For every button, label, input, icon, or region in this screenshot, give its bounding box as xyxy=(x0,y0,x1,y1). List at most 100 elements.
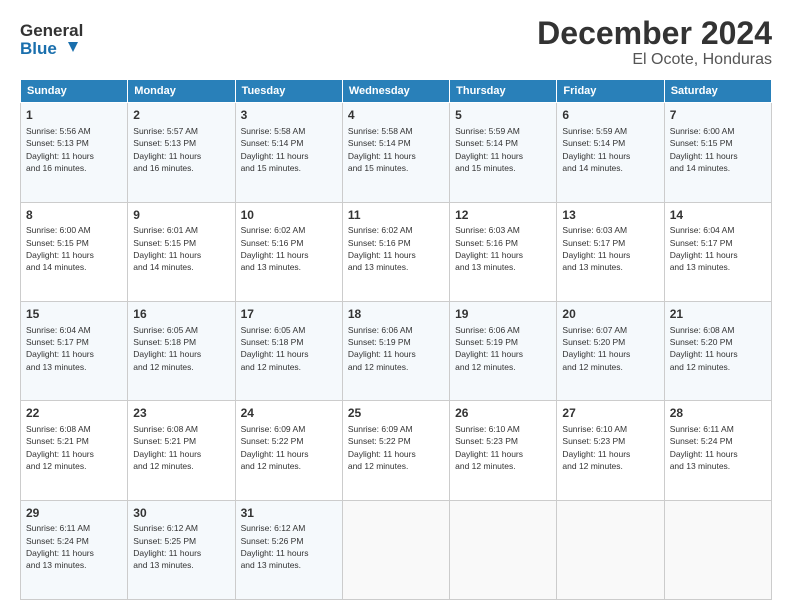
day-number: 16 xyxy=(133,306,229,323)
day-info: Sunrise: 6:11 AMSunset: 5:24 PMDaylight:… xyxy=(26,522,122,571)
day-number: 6 xyxy=(562,107,658,124)
day-info: Sunrise: 5:58 AMSunset: 5:14 PMDaylight:… xyxy=(348,125,444,174)
col-thursday: Thursday xyxy=(450,80,557,103)
day-info: Sunrise: 6:08 AMSunset: 5:20 PMDaylight:… xyxy=(670,324,766,373)
day-info: Sunrise: 6:12 AMSunset: 5:26 PMDaylight:… xyxy=(241,522,337,571)
day-number: 23 xyxy=(133,405,229,422)
table-row: 30Sunrise: 6:12 AMSunset: 5:25 PMDayligh… xyxy=(128,500,235,599)
day-number: 9 xyxy=(133,207,229,224)
day-info: Sunrise: 6:00 AMSunset: 5:15 PMDaylight:… xyxy=(26,224,122,273)
day-number: 8 xyxy=(26,207,122,224)
logo: General Blue xyxy=(20,16,90,65)
day-number: 1 xyxy=(26,107,122,124)
calendar-week-row: 15Sunrise: 6:04 AMSunset: 5:17 PMDayligh… xyxy=(21,301,772,400)
calendar-week-row: 8Sunrise: 6:00 AMSunset: 5:15 PMDaylight… xyxy=(21,202,772,301)
table-row: 9Sunrise: 6:01 AMSunset: 5:15 PMDaylight… xyxy=(128,202,235,301)
day-number: 2 xyxy=(133,107,229,124)
main-title: December 2024 xyxy=(537,16,772,51)
day-number: 12 xyxy=(455,207,551,224)
table-row: 4Sunrise: 5:58 AMSunset: 5:14 PMDaylight… xyxy=(342,103,449,202)
table-row: 14Sunrise: 6:04 AMSunset: 5:17 PMDayligh… xyxy=(664,202,771,301)
calendar-week-row: 22 Sunrise: 6:08 AMSunset: 5:21 PMDayligh… xyxy=(21,401,772,500)
day-number: 14 xyxy=(670,207,766,224)
day-info: Sunrise: 6:12 AMSunset: 5:25 PMDaylight:… xyxy=(133,522,229,571)
col-monday: Monday xyxy=(128,80,235,103)
calendar-header-row: Sunday Monday Tuesday Wednesday Thursday… xyxy=(21,80,772,103)
calendar-week-row: 29Sunrise: 6:11 AMSunset: 5:24 PMDayligh… xyxy=(21,500,772,599)
title-area: December 2024 El Ocote, Honduras xyxy=(537,16,772,69)
logo-icon: General Blue xyxy=(20,16,90,60)
subtitle: El Ocote, Honduras xyxy=(537,51,772,69)
table-row: 7Sunrise: 6:00 AMSunset: 5:15 PMDaylight… xyxy=(664,103,771,202)
table-row: 29Sunrise: 6:11 AMSunset: 5:24 PMDayligh… xyxy=(21,500,128,599)
day-info: Sunrise: 6:04 AMSunset: 5:17 PMDaylight:… xyxy=(26,324,122,373)
header: General Blue December 2024 El Ocote, Hon… xyxy=(20,16,772,69)
table-row: 27Sunrise: 6:10 AMSunset: 5:23 PMDayligh… xyxy=(557,401,664,500)
table-row: 28Sunrise: 6:11 AMSunset: 5:24 PMDayligh… xyxy=(664,401,771,500)
day-number: 13 xyxy=(562,207,658,224)
day-number: 21 xyxy=(670,306,766,323)
table-row: 15Sunrise: 6:04 AMSunset: 5:17 PMDayligh… xyxy=(21,301,128,400)
day-info: Sunrise: 6:08 AMSunset: 5:21 PMDaylight:… xyxy=(133,423,229,472)
day-number: 27 xyxy=(562,405,658,422)
table-row: 1Sunrise: 5:56 AMSunset: 5:13 PMDaylight… xyxy=(21,103,128,202)
table-row: 17Sunrise: 6:05 AMSunset: 5:18 PMDayligh… xyxy=(235,301,342,400)
day-number: 30 xyxy=(133,505,229,522)
table-row: 16Sunrise: 6:05 AMSunset: 5:18 PMDayligh… xyxy=(128,301,235,400)
table-row: 13Sunrise: 6:03 AMSunset: 5:17 PMDayligh… xyxy=(557,202,664,301)
day-info: Sunrise: 6:06 AMSunset: 5:19 PMDaylight:… xyxy=(348,324,444,373)
table-row: 26Sunrise: 6:10 AMSunset: 5:23 PMDayligh… xyxy=(450,401,557,500)
day-info: Sunrise: 6:10 AMSunset: 5:23 PMDaylight:… xyxy=(562,423,658,472)
day-info: Sunrise: 6:10 AMSunset: 5:23 PMDaylight:… xyxy=(455,423,551,472)
table-row: 10Sunrise: 6:02 AMSunset: 5:16 PMDayligh… xyxy=(235,202,342,301)
table-row: 11Sunrise: 6:02 AMSunset: 5:16 PMDayligh… xyxy=(342,202,449,301)
col-tuesday: Tuesday xyxy=(235,80,342,103)
day-info: Sunrise: 6:05 AMSunset: 5:18 PMDaylight:… xyxy=(241,324,337,373)
page: General Blue December 2024 El Ocote, Hon… xyxy=(0,0,792,612)
day-info: Sunrise: 6:09 AMSunset: 5:22 PMDaylight:… xyxy=(241,423,337,472)
day-number: 19 xyxy=(455,306,551,323)
day-number: 26 xyxy=(455,405,551,422)
day-info: Sunrise: 6:03 AMSunset: 5:16 PMDaylight:… xyxy=(455,224,551,273)
day-number: 25 xyxy=(348,405,444,422)
day-info: Sunrise: 6:04 AMSunset: 5:17 PMDaylight:… xyxy=(670,224,766,273)
day-number: 22 xyxy=(26,405,122,422)
day-info: Sunrise: 6:01 AMSunset: 5:15 PMDaylight:… xyxy=(133,224,229,273)
day-info: Sunrise: 6:05 AMSunset: 5:18 PMDaylight:… xyxy=(133,324,229,373)
day-number: 18 xyxy=(348,306,444,323)
table-row: 20Sunrise: 6:07 AMSunset: 5:20 PMDayligh… xyxy=(557,301,664,400)
day-number: 20 xyxy=(562,306,658,323)
day-number: 5 xyxy=(455,107,551,124)
day-number: 10 xyxy=(241,207,337,224)
day-info: Sunrise: 5:59 AMSunset: 5:14 PMDaylight:… xyxy=(562,125,658,174)
table-row xyxy=(664,500,771,599)
table-row: 18Sunrise: 6:06 AMSunset: 5:19 PMDayligh… xyxy=(342,301,449,400)
table-row: 22Sunrise: 6:08 AMSunset: 5:21 PMDayligh… xyxy=(21,401,128,500)
day-number: 24 xyxy=(241,405,337,422)
table-row: 12Sunrise: 6:03 AMSunset: 5:16 PMDayligh… xyxy=(450,202,557,301)
day-info: Sunrise: 6:00 AMSunset: 5:15 PMDaylight:… xyxy=(670,125,766,174)
col-saturday: Saturday xyxy=(664,80,771,103)
table-row: 2Sunrise: 5:57 AMSunset: 5:13 PMDaylight… xyxy=(128,103,235,202)
table-row xyxy=(450,500,557,599)
day-number: 15 xyxy=(26,306,122,323)
day-number: 17 xyxy=(241,306,337,323)
day-number: 3 xyxy=(241,107,337,124)
day-info: Sunrise: 5:59 AMSunset: 5:14 PMDaylight:… xyxy=(455,125,551,174)
day-number: 4 xyxy=(348,107,444,124)
table-row: 31Sunrise: 6:12 AMSunset: 5:26 PMDayligh… xyxy=(235,500,342,599)
table-row xyxy=(342,500,449,599)
day-info: Sunrise: 6:03 AMSunset: 5:17 PMDaylight:… xyxy=(562,224,658,273)
table-row: 19Sunrise: 6:06 AMSunset: 5:19 PMDayligh… xyxy=(450,301,557,400)
table-row: 3Sunrise: 5:58 AMSunset: 5:14 PMDaylight… xyxy=(235,103,342,202)
col-sunday: Sunday xyxy=(21,80,128,103)
table-row: 24Sunrise: 6:09 AMSunset: 5:22 PMDayligh… xyxy=(235,401,342,500)
svg-text:General: General xyxy=(20,21,83,40)
day-number: 29 xyxy=(26,505,122,522)
table-row: 23Sunrise: 6:08 AMSunset: 5:21 PMDayligh… xyxy=(128,401,235,500)
table-row xyxy=(557,500,664,599)
table-row: 8Sunrise: 6:00 AMSunset: 5:15 PMDaylight… xyxy=(21,202,128,301)
calendar-table: Sunday Monday Tuesday Wednesday Thursday… xyxy=(20,79,772,600)
day-info: Sunrise: 5:56 AMSunset: 5:13 PMDaylight:… xyxy=(26,125,122,174)
day-info: Sunrise: 5:58 AMSunset: 5:14 PMDaylight:… xyxy=(241,125,337,174)
